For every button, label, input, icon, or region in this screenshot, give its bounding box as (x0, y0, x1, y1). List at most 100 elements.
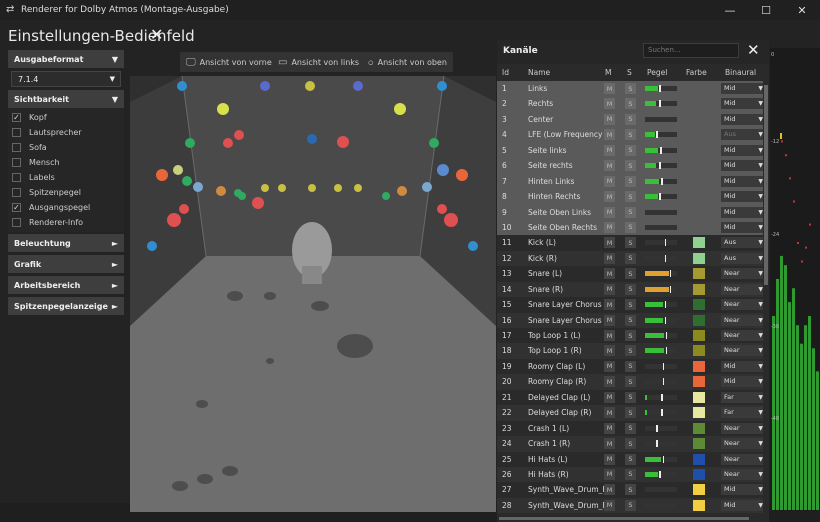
channel-row[interactable]: 13 Snare (L) M S Near (497, 266, 765, 282)
color-swatch[interactable] (693, 268, 705, 280)
binaural-select[interactable]: Mid (721, 175, 765, 187)
checkmark-icon[interactable]: ✓ (12, 203, 21, 212)
view-front-button[interactable]: 🖵 Ansicht von vorne (180, 52, 278, 72)
color-swatch[interactable] (693, 499, 705, 511)
col-name[interactable]: Name (528, 68, 550, 77)
channel-row[interactable]: 12 Kick (R) M S Aus (497, 250, 765, 267)
channel-row[interactable]: 4 LFE (Low Frequency ... M S Aus (497, 127, 765, 143)
mute-button[interactable]: M (604, 268, 615, 280)
solo-button[interactable]: S (625, 283, 636, 295)
mute-button[interactable]: M (604, 252, 615, 264)
checkbox-sofa[interactable]: Sofa (8, 140, 124, 155)
solo-button[interactable]: S (625, 268, 636, 280)
section-arbeitsbereich[interactable]: Arbeitsbereich ► (8, 276, 124, 294)
solo-button[interactable]: S (625, 113, 636, 125)
mute-button[interactable]: M (604, 175, 615, 187)
mute-button[interactable]: M (604, 129, 615, 141)
channels-close-icon[interactable]: ✕ (747, 41, 760, 59)
color-swatch[interactable] (693, 407, 705, 419)
binaural-select[interactable]: Mid (721, 144, 765, 156)
scroll-thumb[interactable] (499, 517, 749, 520)
solo-button[interactable]: S (625, 499, 636, 511)
minimize-button[interactable]: — (712, 0, 748, 20)
channel-row[interactable]: 14 Snare (R) M S Near (497, 281, 765, 298)
color-swatch[interactable] (693, 484, 705, 496)
horizontal-scrollbar[interactable] (497, 516, 763, 521)
binaural-select[interactable]: Near (721, 468, 765, 480)
mute-button[interactable]: M (604, 144, 615, 156)
col-id[interactable]: Id (502, 68, 509, 77)
channel-row[interactable]: 23 Crash 1 (L) M S Near (497, 420, 765, 437)
solo-button[interactable]: S (625, 160, 636, 172)
mute-button[interactable]: M (604, 237, 615, 249)
solo-button[interactable]: S (625, 391, 636, 403)
checkbox-ausgangspegel[interactable]: ✓ Ausgangspegel (8, 200, 124, 215)
solo-button[interactable]: S (625, 144, 636, 156)
color-swatch[interactable] (693, 345, 705, 357)
channel-row[interactable]: 20 Roomy Clap (R) M S Mid (497, 374, 765, 390)
binaural-select[interactable]: Aus (721, 237, 765, 249)
channel-row[interactable]: 10 Seite Oben Rechts M S Mid (497, 219, 765, 236)
mute-button[interactable]: M (604, 221, 615, 233)
mute-button[interactable]: M (604, 499, 615, 511)
channel-row[interactable]: 7 Hinten Links M S Mid (497, 173, 765, 190)
mute-button[interactable]: M (604, 299, 615, 311)
search-input[interactable]: Suchen... (643, 43, 739, 58)
checkbox-box[interactable] (12, 218, 21, 227)
section-visibility[interactable]: Sichtbarkeit ▼ (8, 90, 124, 108)
view-top-button[interactable]: ဝ Ansicht von oben (362, 52, 453, 72)
binaural-select[interactable]: Mid (721, 83, 765, 94)
color-swatch[interactable] (693, 453, 705, 465)
color-swatch[interactable] (693, 468, 705, 480)
mute-button[interactable]: M (604, 113, 615, 125)
color-swatch[interactable] (693, 391, 705, 403)
checkbox-box[interactable] (12, 128, 21, 137)
vertical-scrollbar[interactable] (763, 81, 769, 521)
solo-button[interactable]: S (625, 83, 636, 94)
solo-button[interactable]: S (625, 191, 636, 203)
mute-button[interactable]: M (604, 484, 615, 496)
mute-button[interactable]: M (604, 283, 615, 295)
binaural-select[interactable]: Mid (721, 484, 765, 496)
scroll-thumb[interactable] (764, 85, 768, 285)
solo-button[interactable]: S (625, 438, 636, 450)
mute-button[interactable]: M (604, 468, 615, 480)
checkbox-box[interactable] (12, 143, 21, 152)
solo-button[interactable]: S (625, 422, 636, 434)
channel-row[interactable]: 22 Delayed Clap (R) M S Far (497, 405, 765, 421)
channel-row[interactable]: 28 Synth_Wave_Drum_F... M S Mid (497, 497, 765, 514)
binaural-select[interactable]: Mid (721, 221, 765, 233)
color-swatch[interactable] (693, 237, 705, 249)
checkmark-icon[interactable]: ✓ (12, 113, 21, 122)
maximize-button[interactable]: ☐ (748, 0, 784, 20)
channel-row[interactable]: 26 Hi Hats (R) M S Near (497, 466, 765, 483)
room-3d-view[interactable] (130, 76, 496, 512)
section-beleuchtung[interactable]: Beleuchtung ► (8, 234, 124, 252)
channel-row[interactable]: 24 Crash 1 (R) M S Near (497, 436, 765, 452)
binaural-select[interactable]: Near (721, 314, 765, 326)
color-swatch[interactable] (693, 330, 705, 341)
solo-button[interactable]: S (625, 330, 636, 341)
solo-button[interactable]: S (625, 237, 636, 249)
mute-button[interactable]: M (604, 160, 615, 172)
channel-row[interactable]: 2 Rechts M S Mid (497, 96, 765, 112)
solo-button[interactable]: S (625, 252, 636, 264)
mute-button[interactable]: M (604, 330, 615, 341)
mute-button[interactable]: M (604, 314, 615, 326)
mute-button[interactable]: M (604, 391, 615, 403)
color-swatch[interactable] (693, 360, 705, 372)
binaural-select[interactable]: Far (721, 407, 765, 419)
binaural-select[interactable]: Mid (721, 360, 765, 372)
mute-button[interactable]: M (604, 438, 615, 450)
binaural-select[interactable]: Mid (721, 113, 765, 125)
mute-button[interactable]: M (604, 345, 615, 357)
color-swatch[interactable] (693, 252, 705, 264)
channel-row[interactable]: 18 Top Loop 1 (R) M S Near (497, 343, 765, 359)
color-swatch[interactable] (693, 376, 705, 388)
checkbox-mensch[interactable]: Mensch (8, 155, 124, 170)
checkbox-box[interactable] (12, 188, 21, 197)
binaural-select[interactable]: Near (721, 330, 765, 341)
binaural-select[interactable]: Aus (721, 252, 765, 264)
solo-button[interactable]: S (625, 98, 636, 110)
section-grafik[interactable]: Grafik ► (8, 255, 124, 273)
